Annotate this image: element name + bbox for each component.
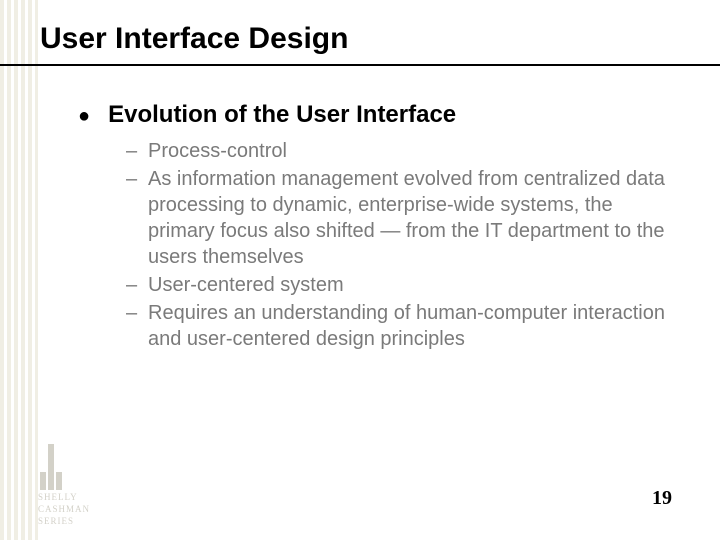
sub-bullet-item: – As information management evolved from…: [126, 166, 678, 270]
title-underline: [0, 64, 720, 66]
sub-bullet-item: – Process-control: [126, 138, 678, 164]
sub-bullet-text: User-centered system: [148, 272, 344, 298]
bullet-text: Evolution of the User Interface: [108, 100, 456, 130]
left-stripe-decoration: [0, 0, 38, 540]
content-area: ● Evolution of the User Interface – Proc…: [78, 100, 678, 354]
sub-bullet-item: – User-centered system: [126, 272, 678, 298]
logo-line2: CASHMAN: [38, 504, 100, 514]
dash-marker: –: [126, 138, 148, 164]
bullet-marker: ●: [78, 103, 90, 129]
sub-bullet-text: As information management evolved from c…: [148, 166, 678, 270]
sub-bullet-text: Process-control: [148, 138, 287, 164]
sub-bullet-item: – Requires an understanding of human-com…: [126, 300, 678, 352]
dash-marker: –: [126, 272, 148, 298]
sub-bullet-text: Requires an understanding of human-compu…: [148, 300, 678, 352]
slide-title: User Interface Design: [40, 22, 348, 56]
sub-bullet-list: – Process-control – As information manag…: [126, 138, 678, 352]
logo-line3: SERIES: [38, 516, 100, 526]
logo-line1: SHELLY: [38, 492, 100, 502]
dash-marker: –: [126, 300, 148, 326]
page-number: 19: [652, 487, 672, 510]
series-logo: SHELLY CASHMAN SERIES: [40, 444, 100, 518]
main-bullet: ● Evolution of the User Interface: [78, 100, 678, 130]
dash-marker: –: [126, 166, 148, 192]
